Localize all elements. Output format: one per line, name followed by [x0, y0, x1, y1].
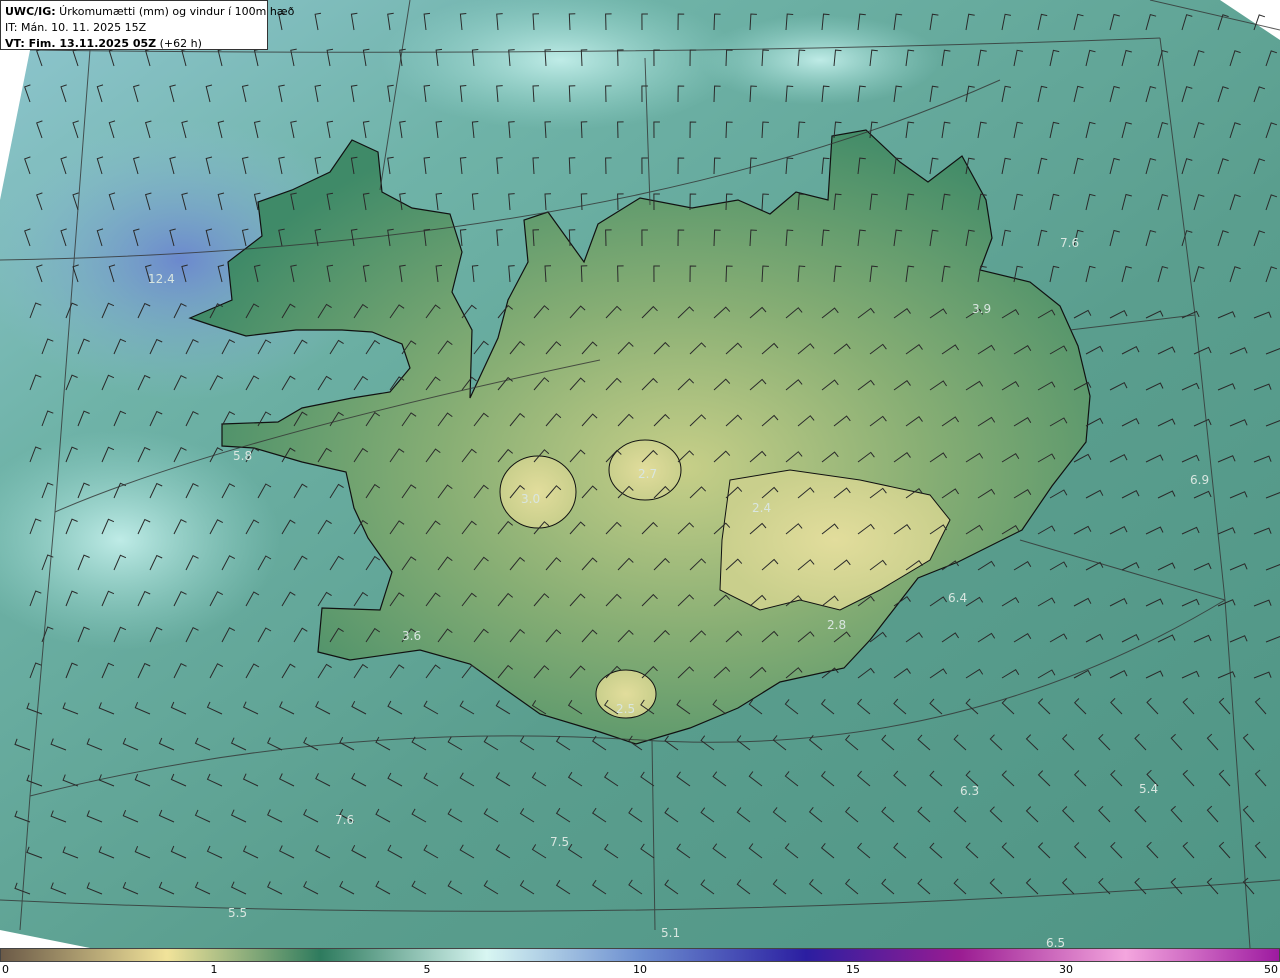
map-info-box: UWC/IG: Úrkomumætti (mm) og vindur í 100…	[0, 0, 294, 52]
colorbar-tick: 5	[423, 963, 431, 976]
issue-time: IT: Mán. 10. 11. 2025 15Z	[5, 21, 147, 34]
colorbar-tick: 30	[1059, 963, 1073, 976]
colorbar-tick: 15	[846, 963, 860, 976]
map-title: UWC/IG: Úrkomumætti (mm) og vindur í 100…	[5, 4, 294, 20]
map-value-label: 5.1	[661, 926, 680, 940]
field-name: Úrkomumætti (mm) og vindur í 100m hæð	[55, 5, 295, 18]
map-value-label: 7.6	[1060, 236, 1079, 250]
model-name: UWC/IG:	[5, 5, 56, 18]
precip-zone	[700, 15, 940, 105]
map-value-label: 6.4	[948, 591, 967, 605]
map-value-label: 3.0	[521, 492, 540, 506]
colorbar-ticks: 0 1 5 10 15 30 50	[0, 962, 1280, 978]
weather-map-view: 12.4 5.8 3.0 2.7 2.4 3.9 7.6 6.9 6.4 2.8…	[0, 0, 1280, 978]
map-value-label: 3.9	[972, 302, 991, 316]
colorbar-tick: 50	[1264, 963, 1278, 976]
colorbar-tick: 10	[633, 963, 647, 976]
map-value-label: 2.7	[638, 467, 657, 481]
map-value-label: 5.5	[228, 906, 247, 920]
map-value-label: 6.3	[960, 784, 979, 798]
colorbar-tick: 0	[2, 963, 9, 976]
map-value-label: 2.4	[752, 501, 771, 515]
valid-time-label: VT: Fim. 13.11.2025 05Z	[5, 37, 157, 50]
precip-colorbar	[0, 948, 1280, 962]
lead-time: (+62 h)	[156, 37, 202, 50]
map-value-label: 7.5	[550, 835, 569, 849]
map-value-label: 2.5	[616, 702, 635, 716]
precipitation-map: 12.4 5.8 3.0 2.7 2.4 3.9 7.6 6.9 6.4 2.8…	[0, 0, 1280, 948]
map-value-label: 6.5	[1046, 936, 1065, 948]
map-value-label: 5.8	[233, 449, 252, 463]
map-value-label: 7.6	[335, 813, 354, 827]
valid-time: VT: Fim. 13.11.2025 05Z (+62 h)	[5, 36, 263, 52]
map-value-label: 5.4	[1139, 782, 1158, 796]
map-value-label: 12.4	[148, 272, 175, 286]
map-value-label: 2.8	[827, 618, 846, 632]
map-value-label: 3.6	[402, 629, 421, 643]
map-value-label: 6.9	[1190, 473, 1209, 487]
colorbar-tick: 1	[210, 963, 218, 976]
